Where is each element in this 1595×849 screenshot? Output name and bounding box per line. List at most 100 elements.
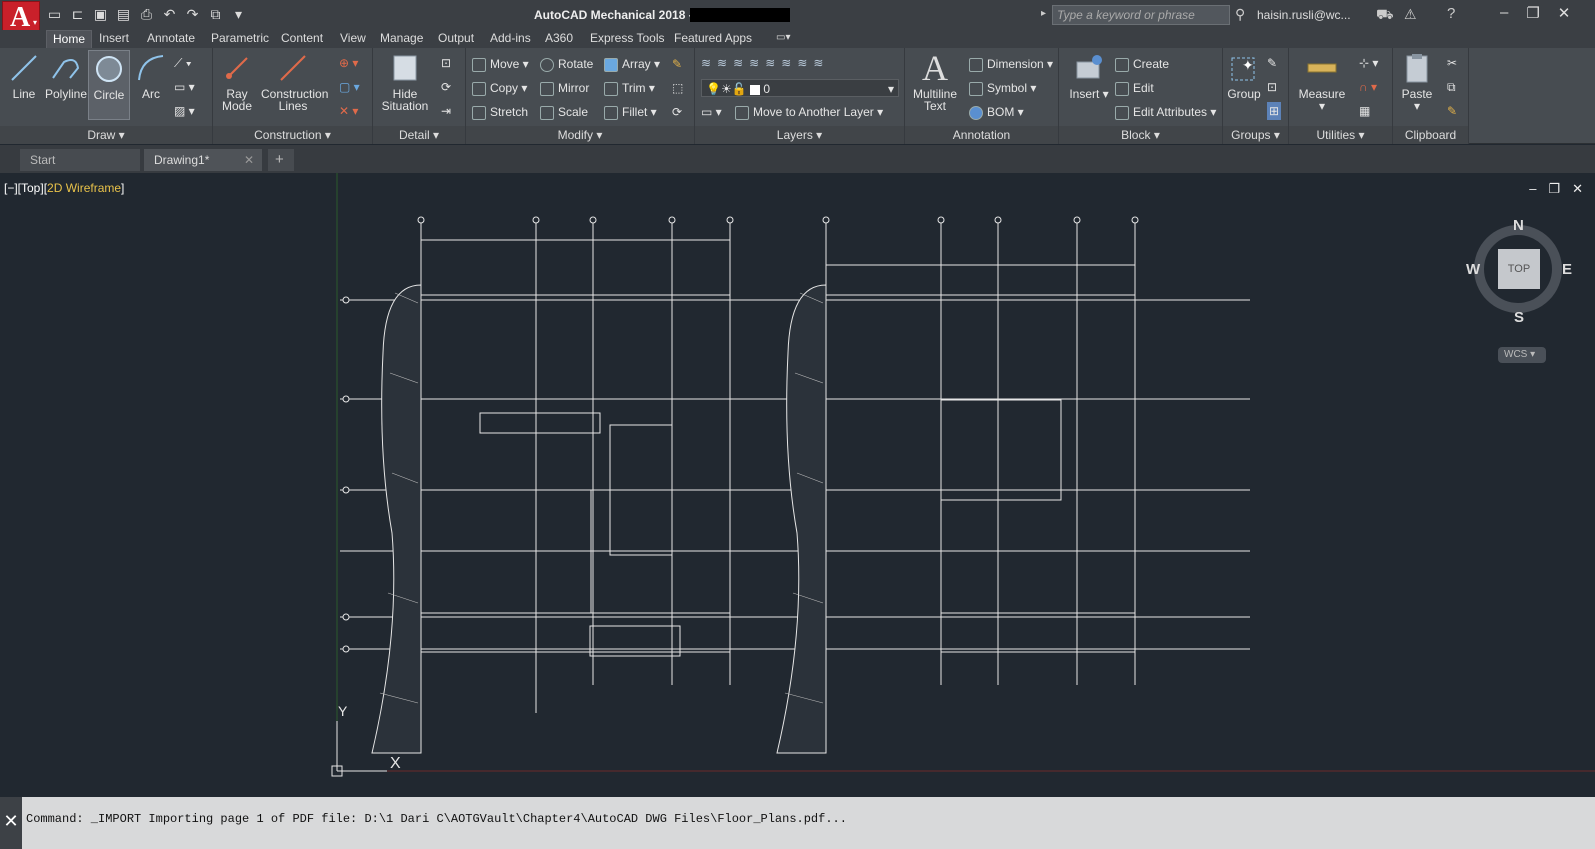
utilities-small-2[interactable]: ∩ ▾	[1359, 78, 1377, 96]
restore-icon[interactable]: ❐	[1526, 4, 1539, 22]
new-tab-button[interactable]: +	[268, 149, 294, 171]
tab-express-tools[interactable]: Express Tools	[584, 30, 670, 48]
ribbon-minimize-icon[interactable]: ▭▾	[770, 30, 796, 48]
utilities-small-1[interactable]: ⊹ ▾	[1359, 54, 1378, 72]
panel-construction-label[interactable]: Construction ▾	[213, 126, 372, 144]
viewcube[interactable]: TOP N S E W	[1466, 217, 1574, 327]
workspace-icon[interactable]: ⧉	[207, 6, 224, 23]
dimension-button[interactable]: Dimension ▾	[969, 55, 1053, 73]
modify-small-2[interactable]: ⬚	[672, 79, 683, 97]
panel-annotation-label[interactable]: Annotation	[905, 126, 1058, 144]
tab-manage[interactable]: Manage	[374, 30, 429, 48]
undo-icon[interactable]: ↶	[161, 6, 178, 23]
copy-button[interactable]: Copy ▾	[472, 79, 527, 97]
modify-small-3[interactable]: ⟳	[672, 103, 682, 121]
hatch-icon[interactable]: ▨ ▾	[174, 102, 195, 120]
panel-modify-label[interactable]: Modify ▾	[466, 126, 694, 144]
panel-utilities-label[interactable]: Utilities ▾	[1289, 126, 1392, 144]
search-input[interactable]: Type a keyword or phrase	[1052, 5, 1230, 25]
calculator-icon[interactable]: ▦	[1359, 102, 1370, 120]
construction-lines-button[interactable]: Construction Lines	[261, 52, 328, 112]
group-button[interactable]: ✦ Group	[1227, 52, 1261, 100]
detail-small-3[interactable]: ⇥	[441, 102, 451, 120]
print-icon[interactable]: ⎙	[138, 6, 155, 23]
compass-w[interactable]: W	[1466, 261, 1480, 278]
groups-small-2[interactable]: ⊡	[1267, 78, 1277, 96]
groups-small-1[interactable]: ✎	[1267, 54, 1277, 72]
panel-detail-label[interactable]: Detail ▾	[373, 126, 465, 144]
groups-small-3[interactable]: ⊞	[1267, 102, 1282, 120]
tab-output[interactable]: Output	[432, 30, 480, 48]
stretch-button[interactable]: Stretch	[472, 103, 528, 121]
ray-mode-button[interactable]: Ray Mode	[217, 52, 257, 112]
measure-button[interactable]: Measure ▾	[1297, 52, 1347, 112]
compass-s[interactable]: S	[1514, 309, 1524, 326]
cut-icon[interactable]: ✂	[1447, 54, 1457, 72]
layer-dropdown[interactable]: 💡☀🔓 0 ▾	[701, 79, 899, 97]
doc-tab-start[interactable]: Start	[20, 149, 140, 171]
help-icon[interactable]: ?	[1447, 5, 1455, 22]
hide-situation-button[interactable]: Hide Situation	[377, 52, 433, 112]
circle-button[interactable]: Circle	[88, 50, 130, 120]
close-icon[interactable]: ✕	[1558, 4, 1571, 22]
panel-groups-label[interactable]: Groups ▾	[1223, 126, 1288, 144]
draw-tool-small-1[interactable]: ⟋ ▾	[174, 54, 192, 72]
tab-add-ins[interactable]: Add-ins	[484, 30, 537, 48]
edit-block-button[interactable]: Edit	[1115, 79, 1154, 97]
create-block-button[interactable]: Create	[1115, 55, 1169, 73]
layer-tools-row[interactable]: ≋≋≋≋≋≋≋≋	[701, 54, 829, 72]
bom-button[interactable]: BOM ▾	[969, 103, 1024, 121]
panel-draw-label[interactable]: Draw ▾	[0, 126, 212, 144]
match-properties-icon[interactable]: ✎	[1447, 102, 1457, 120]
minimize-icon[interactable]: –	[1500, 4, 1508, 22]
compass-n[interactable]: N	[1513, 217, 1524, 234]
paste-button[interactable]: Paste ▾	[1399, 52, 1435, 112]
tab-featured-apps[interactable]: Featured Apps	[668, 30, 758, 48]
exchange-icon[interactable]: ⚠	[1404, 6, 1417, 23]
compass-e[interactable]: E	[1562, 261, 1572, 278]
redo-icon[interactable]: ↷	[184, 6, 201, 23]
tab-parametric[interactable]: Parametric	[205, 30, 275, 48]
move-to-another-layer-button[interactable]: Move to Another Layer ▾	[735, 103, 883, 121]
wcs-menu[interactable]: WCS ▾	[1498, 347, 1546, 363]
panel-block-label[interactable]: Block ▾	[1059, 126, 1222, 144]
draw-tool-small-2[interactable]: ▭ ▾	[174, 78, 195, 96]
mirror-button[interactable]: Mirror	[540, 79, 589, 97]
command-line[interactable]: ✕ Command: _IMPORT Importing page 1 of P…	[0, 797, 1595, 849]
tab-insert[interactable]: Insert	[93, 30, 135, 48]
polyline-button[interactable]: Polyline	[44, 52, 88, 100]
construction-small-2[interactable]: ▢ ▾	[339, 78, 360, 96]
detail-small-2[interactable]: ⟳	[441, 78, 451, 96]
customize-qat-icon[interactable]: ▾	[230, 6, 247, 23]
cart-icon[interactable]: ⛟	[1376, 6, 1394, 25]
array-button[interactable]: Array ▾	[604, 55, 660, 73]
symbol-button[interactable]: Symbol ▾	[969, 79, 1036, 97]
scale-button[interactable]: Scale	[540, 103, 588, 121]
insert-block-button[interactable]: Insert ▾	[1065, 52, 1113, 100]
construction-small-3[interactable]: ✕ ▾	[339, 102, 358, 120]
tab-a360[interactable]: A360	[539, 30, 579, 48]
search-expand-icon[interactable]: ▸	[1041, 8, 1046, 19]
move-button[interactable]: Move ▾	[472, 55, 529, 73]
multiline-text-button[interactable]: A Multiline Text	[909, 50, 961, 112]
modify-small-1[interactable]: ✎	[672, 55, 682, 73]
trim-button[interactable]: Trim ▾	[604, 79, 655, 97]
drawing-canvas[interactable]: [−][Top][2D Wireframe] – ❐ ✕ Y X TOP N S…	[0, 173, 1595, 795]
save-as-icon[interactable]: ▤	[115, 6, 132, 23]
fillet-button[interactable]: Fillet ▾	[604, 103, 657, 121]
close-command-line-icon[interactable]: ✕	[0, 797, 22, 849]
arc-button[interactable]: Arc	[134, 52, 168, 100]
tab-view[interactable]: View	[334, 30, 372, 48]
binoculars-icon[interactable]: ⚲	[1235, 6, 1245, 23]
edit-attributes-button[interactable]: Edit Attributes ▾	[1115, 103, 1216, 121]
layer-state-dropdown[interactable]: ▭ ▾	[701, 103, 722, 121]
viewcube-top-face[interactable]: TOP	[1498, 249, 1540, 289]
copy-clip-icon[interactable]: ⧉	[1447, 78, 1456, 96]
close-tab-icon[interactable]: ✕	[244, 153, 254, 167]
rotate-button[interactable]: Rotate	[540, 55, 593, 73]
panel-layers-label[interactable]: Layers ▾	[695, 126, 904, 144]
detail-small-1[interactable]: ⊡	[441, 54, 451, 72]
line-button[interactable]: Line	[6, 52, 42, 100]
tab-content[interactable]: Content	[275, 30, 329, 48]
doc-tab-drawing1[interactable]: Drawing1* ✕	[144, 149, 262, 171]
